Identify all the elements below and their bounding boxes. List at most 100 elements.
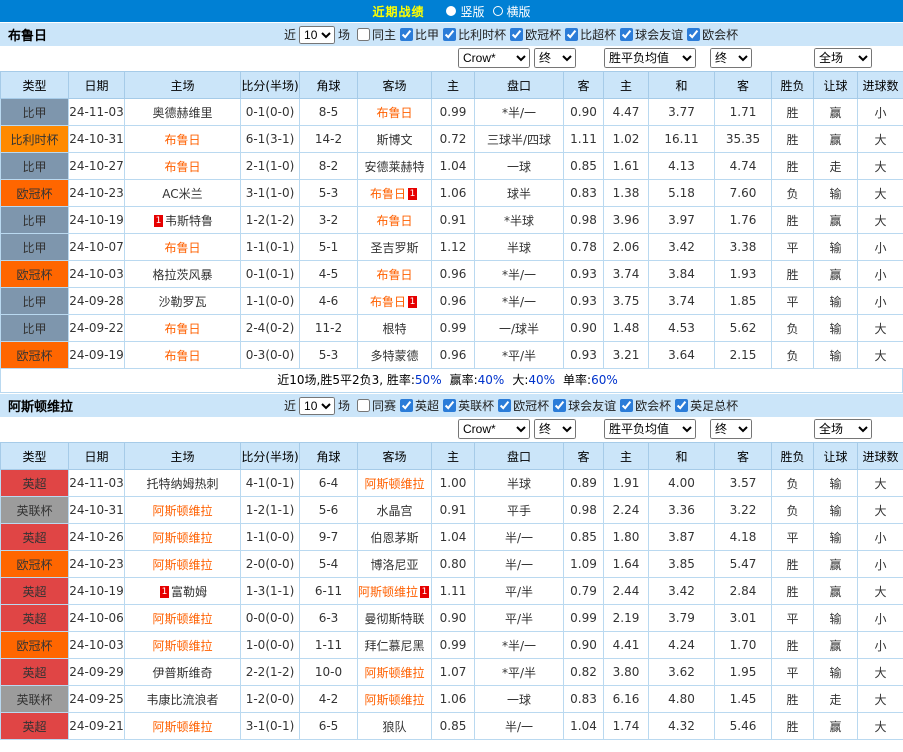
avg-draw-odds-cell: 3.85 [648,550,715,578]
filter-checkbox[interactable] [443,398,457,412]
odds-select-1[interactable]: 终 [534,419,576,439]
avg-draw-odds-cell: 3.79 [648,604,715,632]
filter-option[interactable]: 同主 [357,26,396,43]
odds-select-4[interactable]: 全场 [814,419,872,439]
match-row: 英超 24-10-26 阿斯顿维拉 1-1(0-0) 9-7 伯恩茅斯 1.04 半/一 0.8… [0,523,903,551]
layout-radio-horizontal[interactable]: 横版 [492,3,531,20]
filter-checkbox[interactable] [498,398,512,412]
filter-label: 同主 [372,27,397,42]
filter-checkbox[interactable] [553,398,567,412]
filter-option[interactable]: 欧会杯 [620,397,671,414]
date-cell: 24-10-27 [68,152,125,180]
layout-vertical-label: 竖版 [460,4,485,19]
odds-select-0[interactable]: Crow* [458,419,530,439]
league-type-cell: 比甲 [0,314,69,342]
odds-select-3[interactable]: 终 [710,48,752,68]
filter-option[interactable]: 欧冠杯 [498,397,549,414]
home-team-cell: 奥德赫维里 [124,98,241,126]
filter-option[interactable]: 欧冠杯 [510,26,561,43]
match-count-select[interactable]: 10 [299,25,336,44]
handicap-away-odds-cell: 0.98 [563,496,604,524]
result-wdl-cell: 负 [771,314,814,342]
league-type-cell: 英超 [0,658,69,686]
odds-select-3[interactable]: 终 [710,419,752,439]
filter-checkbox[interactable] [357,398,371,412]
result-wdl-cell: 平 [771,233,814,261]
filter-checkbox[interactable] [400,27,414,41]
result-wdl-cell: 负 [771,179,814,207]
score-cell: 3-1(1-0) [240,179,300,207]
filter-option[interactable]: 欧会杯 [687,26,738,43]
filter-checkbox[interactable] [510,27,524,41]
odds-select-1[interactable]: 终 [534,48,576,68]
away-team-cell: 布鲁日 [357,206,432,234]
away-team-cell: 伯恩茅斯 [357,523,432,551]
odds-select-4[interactable]: 全场 [814,48,872,68]
corner-cell: 4-5 [299,260,358,288]
team-name: 布鲁日 [8,29,48,44]
home-team-cell: 阿斯顿维拉 [124,496,241,524]
handicap-away-odds-cell: 0.93 [563,260,604,288]
handicap-away-odds-cell: 1.04 [563,712,604,740]
handicap-away-odds-cell: 0.82 [563,658,604,686]
filter-option[interactable]: 球会友谊 [620,26,683,43]
filter-checkbox[interactable] [687,27,701,41]
filter-option[interactable]: 比利时杯 [443,26,506,43]
match-count-select[interactable]: 10 [299,396,336,415]
result-handicap-cell: 赢 [813,550,858,578]
filter-checkbox[interactable] [620,27,634,41]
result-wdl-cell: 负 [771,341,814,369]
filter-label: 球会友谊 [568,398,617,413]
avg-home-odds-cell: 1.02 [603,125,649,153]
filter-option[interactable]: 英超 [400,397,439,414]
avg-home-odds-cell: 3.80 [603,658,649,686]
result-handicap-cell: 走 [813,152,858,180]
handicap-line-cell: *半/一 [474,98,564,126]
result-handicap-cell: 赢 [813,98,858,126]
corner-cell: 14-2 [299,125,358,153]
odds-select-2[interactable]: 胜平负均值 [604,48,696,68]
near-label: 近 [284,28,297,42]
match-row: 欧冠杯 24-10-03 格拉茨风暴 0-1(0-1) 4-5 布鲁日 0.96 *半/一 0.… [0,260,903,288]
filter-checkbox[interactable] [565,27,579,41]
home-team-cell: 阿斯顿维拉 [124,523,241,551]
filter-checkbox[interactable] [400,398,414,412]
layout-radio-vertical[interactable]: 竖版 [446,3,485,20]
odds-select-0[interactable]: Crow* [458,48,530,68]
odds-filter-row: Crow* 终胜平负均值终全场 [0,417,903,442]
home-team-name: 富勒姆 [170,584,207,599]
column-header: 让球 [813,71,858,99]
filter-option[interactable]: 英足总杯 [675,397,738,414]
handicap-line-cell: 半/一 [474,712,564,740]
filter-option[interactable]: 同赛 [357,397,396,414]
team-name: 阿斯顿维拉 [8,400,74,415]
home-team-cell: 布鲁日 [124,314,241,342]
filter-checkbox[interactable] [675,398,689,412]
section-header: 布鲁日 近 10 场 同主 比甲 比利时杯 欧冠杯 比超杯 球会友谊 欧会杯 [0,22,903,46]
result-goals-cell: 大 [857,125,903,153]
handicap-away-odds-cell: 0.79 [563,577,604,605]
filter-checkbox[interactable] [620,398,634,412]
filter-option[interactable]: 球会友谊 [553,397,616,414]
column-header: 胜负 [771,71,814,99]
away-team-cell: 拜仁慕尼黑 [357,631,432,659]
column-header: 主 [603,71,649,99]
result-handicap-cell: 赢 [813,577,858,605]
summary-stat-value: 40% [477,373,505,387]
avg-away-odds-cell: 3.57 [714,469,772,497]
avg-away-odds-cell: 1.85 [714,287,772,315]
away-team-cell: 圣吉罗斯 [357,233,432,261]
filter-option[interactable]: 比甲 [400,26,439,43]
column-header: 主 [603,442,649,470]
avg-away-odds-cell: 2.15 [714,341,772,369]
result-wdl-cell: 胜 [771,631,814,659]
filter-option[interactable]: 比超杯 [565,26,616,43]
filter-checkbox[interactable] [443,27,457,41]
avg-home-odds-cell: 6.16 [603,685,649,713]
home-team-cell: 阿斯顿维拉 [124,550,241,578]
league-type-cell: 英联杯 [0,685,69,713]
filter-checkbox[interactable] [357,27,371,41]
odds-select-2[interactable]: 胜平负均值 [604,419,696,439]
filter-option[interactable]: 英联杯 [443,397,494,414]
result-goals-cell: 大 [857,206,903,234]
